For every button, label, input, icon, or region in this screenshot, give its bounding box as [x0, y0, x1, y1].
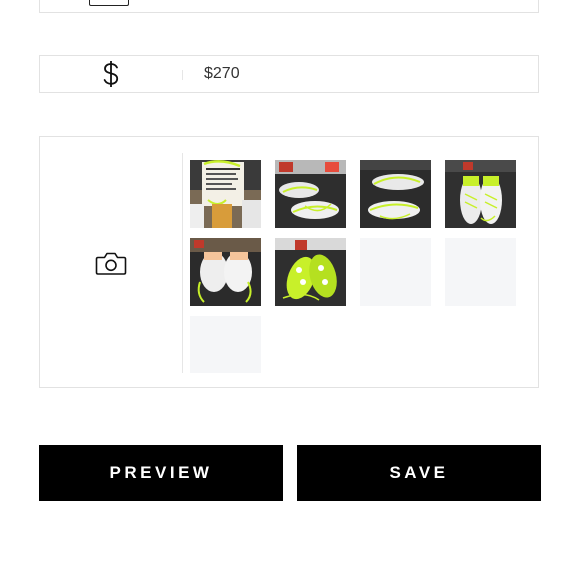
price-value[interactable]: $270 [204, 56, 240, 92]
box-icon [89, 0, 129, 6]
sneakers-pair-top-photo [360, 160, 431, 228]
sneakers-back-photo [190, 238, 261, 306]
price-divider [182, 70, 183, 80]
sneakers-side-photo [275, 160, 346, 228]
camera-icon[interactable] [95, 250, 127, 276]
dollar-icon [103, 61, 119, 87]
shoe-box-label-photo [190, 160, 261, 228]
photo-thumbnail-6[interactable] [275, 238, 346, 306]
price-icon-cell [40, 56, 182, 92]
photos-field-row [39, 136, 539, 388]
price-field-row[interactable]: $270 [39, 55, 539, 93]
photos-divider [182, 153, 183, 373]
photo-thumbnail-5[interactable] [190, 238, 261, 306]
photo-slot-empty-8[interactable] [445, 238, 516, 306]
preview-button[interactable]: PREVIEW [39, 445, 283, 501]
save-button[interactable]: SAVE [297, 445, 541, 501]
sneakers-front-photo [445, 160, 516, 228]
photo-thumbnail-1[interactable] [190, 160, 261, 228]
photo-thumbnail-2[interactable] [275, 160, 346, 228]
top-field-row[interactable] [39, 0, 539, 13]
sneakers-soles-photo [275, 238, 346, 306]
listing-form: $270 PREVIEW SAVE [0, 0, 580, 580]
photos-icon-cell[interactable] [40, 137, 182, 389]
photo-thumbnail-4[interactable] [445, 160, 516, 228]
photo-thumbnail-3[interactable] [360, 160, 431, 228]
photo-slot-empty-7[interactable] [360, 238, 431, 306]
photo-slot-empty-9[interactable] [190, 316, 261, 373]
